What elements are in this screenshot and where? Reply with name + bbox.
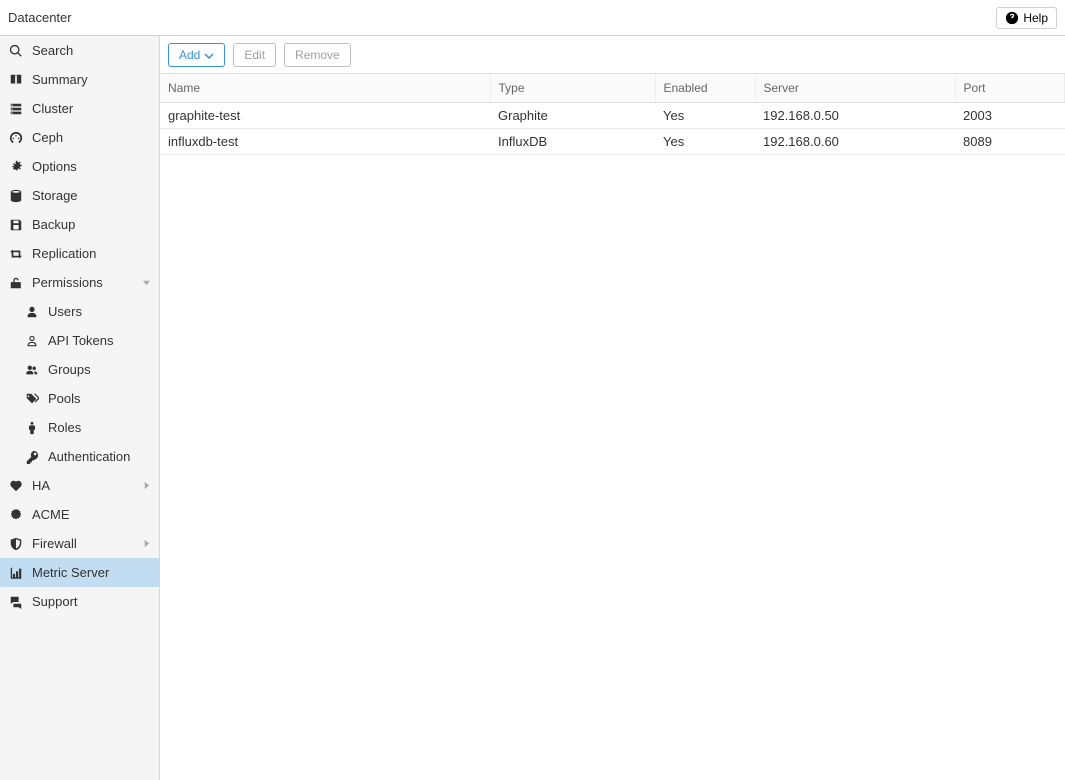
sidebar-item-label: Firewall: [32, 536, 134, 551]
sidebar-item-groups[interactable]: Groups: [0, 355, 159, 384]
edit-label: Edit: [244, 48, 265, 62]
sidebar-item-authentication[interactable]: Authentication: [0, 442, 159, 471]
sidebar-item-label: ACME: [32, 507, 151, 522]
main-panel: Add Edit Remove Name Type Enabled Server…: [160, 36, 1065, 780]
database-icon: [8, 188, 24, 204]
sidebar-item-permissions[interactable]: Permissions: [0, 268, 159, 297]
retweet-icon: [8, 246, 24, 262]
sidebar-item-label: Groups: [48, 362, 151, 377]
sidebar-item-label: Permissions: [32, 275, 134, 290]
sidebar-item-users[interactable]: Users: [0, 297, 159, 326]
cell-port: 2003: [955, 103, 1065, 129]
table-row[interactable]: influxdb-testInfluxDBYes192.168.0.608089: [160, 129, 1065, 155]
sidebar-item-label: Backup: [32, 217, 151, 232]
caret-right-icon: [142, 536, 151, 551]
search-icon: [8, 43, 24, 59]
comments-icon: [8, 594, 24, 610]
help-icon: [1005, 11, 1019, 25]
column-header-port[interactable]: Port: [955, 74, 1065, 103]
help-button[interactable]: Help: [996, 7, 1057, 29]
book-icon: [8, 72, 24, 88]
remove-button[interactable]: Remove: [284, 43, 351, 67]
add-button[interactable]: Add: [168, 43, 225, 67]
users-icon: [24, 362, 40, 378]
tags-icon: [24, 391, 40, 407]
sidebar-item-label: Pools: [48, 391, 151, 406]
heartbeat-icon: [8, 478, 24, 494]
column-header-type[interactable]: Type: [490, 74, 655, 103]
column-header-server[interactable]: Server: [755, 74, 955, 103]
sidebar-item-label: Authentication: [48, 449, 151, 464]
sidebar-item-label: Cluster: [32, 101, 151, 116]
unlock-icon: [8, 275, 24, 291]
cell-type: InfluxDB: [490, 129, 655, 155]
help-label: Help: [1023, 11, 1048, 25]
sidebar-item-backup[interactable]: Backup: [0, 210, 159, 239]
sidebar-item-ceph[interactable]: Ceph: [0, 123, 159, 152]
caret-down-icon: [142, 275, 151, 290]
sidebar-item-label: API Tokens: [48, 333, 151, 348]
caret-right-icon: [142, 478, 151, 493]
sidebar-item-metricserver[interactable]: Metric Server: [0, 558, 159, 587]
cell-server: 192.168.0.60: [755, 129, 955, 155]
ceph-icon: [8, 130, 24, 146]
sidebar-item-label: Ceph: [32, 130, 151, 145]
sidebar-item-roles[interactable]: Roles: [0, 413, 159, 442]
remove-label: Remove: [295, 48, 340, 62]
column-header-name[interactable]: Name: [160, 74, 490, 103]
server-icon: [8, 101, 24, 117]
gear-icon: [8, 159, 24, 175]
sidebar-item-label: Summary: [32, 72, 151, 87]
sidebar-item-summary[interactable]: Summary: [0, 65, 159, 94]
sidebar-item-ha[interactable]: HA: [0, 471, 159, 500]
sidebar-item-label: Support: [32, 594, 151, 609]
user-icon: [24, 304, 40, 320]
sidebar-item-acme[interactable]: ACME: [0, 500, 159, 529]
sidebar-item-cluster[interactable]: Cluster: [0, 94, 159, 123]
male-icon: [24, 420, 40, 436]
sidebar-item-label: Roles: [48, 420, 151, 435]
sidebar-item-support[interactable]: Support: [0, 587, 159, 616]
sidebar-item-label: Options: [32, 159, 151, 174]
save-icon: [8, 217, 24, 233]
shield-icon: [8, 536, 24, 552]
user-o-icon: [24, 333, 40, 349]
cell-enabled: Yes: [655, 129, 755, 155]
chevron-down-icon: [204, 50, 214, 60]
add-label: Add: [179, 48, 200, 62]
sidebar: Search Summary Cluster Ceph Options Storage Ba…: [0, 36, 160, 780]
sidebar-item-label: Users: [48, 304, 151, 319]
sidebar-item-options[interactable]: Options: [0, 152, 159, 181]
edit-button[interactable]: Edit: [233, 43, 276, 67]
sidebar-item-search[interactable]: Search: [0, 36, 159, 65]
sidebar-item-pools[interactable]: Pools: [0, 384, 159, 413]
cell-port: 8089: [955, 129, 1065, 155]
certificate-icon: [8, 507, 24, 523]
sidebar-item-apitokens[interactable]: API Tokens: [0, 326, 159, 355]
cell-type: Graphite: [490, 103, 655, 129]
page-title: Datacenter: [8, 10, 72, 25]
toolbar: Add Edit Remove: [160, 36, 1065, 74]
column-header-enabled[interactable]: Enabled: [655, 74, 755, 103]
sidebar-item-replication[interactable]: Replication: [0, 239, 159, 268]
cell-name: influxdb-test: [160, 129, 490, 155]
key-icon: [24, 449, 40, 465]
sidebar-item-label: Storage: [32, 188, 151, 203]
sidebar-item-label: HA: [32, 478, 134, 493]
table-row[interactable]: graphite-testGraphiteYes192.168.0.502003: [160, 103, 1065, 129]
sidebar-item-firewall[interactable]: Firewall: [0, 529, 159, 558]
cell-name: graphite-test: [160, 103, 490, 129]
sidebar-item-label: Metric Server: [32, 565, 151, 580]
cell-server: 192.168.0.50: [755, 103, 955, 129]
cell-enabled: Yes: [655, 103, 755, 129]
barchart-icon: [8, 565, 24, 581]
sidebar-item-label: Replication: [32, 246, 151, 261]
metric-server-table: Name Type Enabled Server Port graphite-t…: [160, 74, 1065, 155]
sidebar-item-storage[interactable]: Storage: [0, 181, 159, 210]
sidebar-item-label: Search: [32, 43, 151, 58]
header: Datacenter Help: [0, 0, 1065, 36]
